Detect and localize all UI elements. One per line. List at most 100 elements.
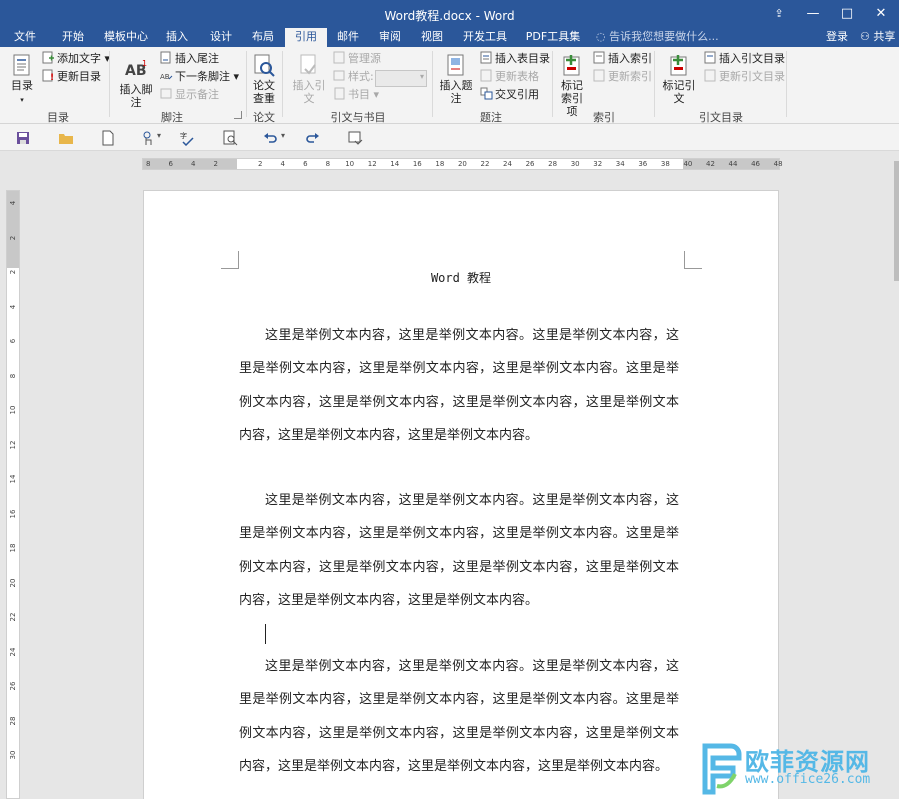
document-page[interactable]: Word 教程 这里是举例文本内容，这里是举例文本内容。这里是举例文本内容，这里… xyxy=(143,190,779,799)
open-folder-icon[interactable] xyxy=(58,130,74,146)
customize-qat-icon[interactable] xyxy=(347,130,363,146)
minimize-button[interactable]: — xyxy=(796,0,830,28)
ribbon-display-options-button[interactable]: ⇪ xyxy=(762,0,796,28)
update-table-button[interactable]: 更新表格 xyxy=(480,69,539,85)
close-button[interactable]: ✕ xyxy=(864,0,898,28)
mark-citation-button[interactable]: 标记引文 xyxy=(658,53,700,105)
ruler-number: 44 xyxy=(728,160,738,168)
tab-file[interactable]: 文件 xyxy=(6,28,44,47)
vertical-scrollbar[interactable] xyxy=(893,151,899,799)
scrollbar-thumb[interactable] xyxy=(894,161,899,281)
tab-references[interactable]: 引用 xyxy=(285,28,327,47)
update-index-icon xyxy=(593,69,605,82)
ruler-number: 26 xyxy=(525,160,535,168)
vertical-ruler[interactable]: 4 2 2 4 6 8 10 12 14 16 18 20 22 24 26 28 30 xyxy=(6,190,20,799)
table-of-contents-icon xyxy=(13,54,30,76)
ruler-number: 6 xyxy=(168,160,173,168)
save-icon[interactable] xyxy=(15,130,31,146)
ruler-number: 10 xyxy=(345,160,355,168)
ribbon-separator xyxy=(109,51,110,117)
magnifier-document-icon xyxy=(254,54,275,77)
ruler-number: 2 xyxy=(258,160,263,168)
insert-footnote-button[interactable]: AB 1 插入脚注 xyxy=(115,57,157,109)
ruler-number: 6 xyxy=(9,338,17,344)
tab-layout[interactable]: 布局 xyxy=(246,28,280,47)
person-icon: ⚇ xyxy=(860,30,874,43)
redo-icon[interactable] xyxy=(305,130,321,146)
insert-index-button[interactable]: 插入索引 xyxy=(593,51,652,67)
body-paragraph[interactable]: 这里是举例文本内容，这里是举例文本内容。这里是举例文本内容，这里是举例文本内容，… xyxy=(239,650,679,784)
add-text-button[interactable]: 添加文字 ▾ xyxy=(42,51,110,67)
update-index-button[interactable]: 更新索引 xyxy=(593,69,652,85)
ruler-number: 46 xyxy=(751,160,761,168)
ruler-number: 4 xyxy=(9,304,17,309)
ribbon-separator xyxy=(654,51,655,117)
spelling-check-icon[interactable]: 字 xyxy=(180,130,196,146)
ruler-left-margin xyxy=(143,159,237,169)
next-footnote-button[interactable]: AB 下一条脚注 ▾ xyxy=(160,69,239,85)
ruler-number: 30 xyxy=(570,160,580,168)
body-paragraph[interactable]: 这里是举例文本内容，这里是举例文本内容。这里是举例文本内容，这里是举例文本内容，… xyxy=(239,484,679,618)
next-footnote-icon: AB xyxy=(160,73,173,81)
tab-insert[interactable]: 插入 xyxy=(160,28,194,47)
insert-citation-button[interactable]: 插入引文 xyxy=(288,53,330,105)
insert-caption-button[interactable]: 插入题注 xyxy=(436,53,476,105)
ruler-number: 28 xyxy=(9,716,17,725)
tab-review[interactable]: 审阅 xyxy=(373,28,407,47)
ruler-number: 42 xyxy=(706,160,715,168)
cross-reference-button[interactable]: 交叉引用 xyxy=(480,87,539,103)
footnote-dialog-launcher[interactable] xyxy=(234,111,242,119)
ribbon-separator xyxy=(552,51,553,117)
ruler-number: 14 xyxy=(390,160,400,168)
tab-home[interactable]: 开始 xyxy=(54,28,92,47)
tab-pdf-tools[interactable]: PDF工具集 xyxy=(522,28,584,47)
ruler-number: 32 xyxy=(593,160,603,168)
insert-endnote-button[interactable]: 插入尾注 xyxy=(160,51,219,67)
style-icon xyxy=(333,70,345,81)
insert-toa-icon xyxy=(704,51,716,64)
manage-sources-button[interactable]: 管理源 xyxy=(333,51,381,67)
update-toc-button[interactable]: ! 更新目录 xyxy=(42,69,101,85)
ruler-number: 10 xyxy=(9,405,17,415)
login-button[interactable]: 登录 xyxy=(826,28,848,46)
document-header-text[interactable]: Word 教程 xyxy=(144,269,778,286)
new-document-icon[interactable] xyxy=(100,130,116,146)
horizontal-ruler[interactable]: 8 6 4 2 2 4 6 8 10 12 14 16 18 20 22 24 26 28 30 32 34 36 38 40… xyxy=(142,158,783,170)
ruler-number: 30 xyxy=(9,750,17,760)
show-notes-button[interactable]: 显示备注 xyxy=(160,87,219,103)
tell-me-search[interactable]: ◌ 告诉我您想要做什么... xyxy=(596,28,719,47)
insert-toa-button[interactable]: 插入引文目录 xyxy=(704,51,785,67)
update-toa-button[interactable]: 更新引文目录 xyxy=(704,69,785,85)
endnote-icon xyxy=(160,51,171,64)
watermark-logo-icon xyxy=(702,743,742,795)
margin-corner-mark xyxy=(221,251,239,269)
print-preview-icon[interactable] xyxy=(222,130,238,146)
ruler-number: 24 xyxy=(503,160,512,168)
tab-developer[interactable]: 开发工具 xyxy=(458,28,512,47)
ruler-number: 14 xyxy=(9,474,17,484)
footnote-ab-icon: AB1 xyxy=(125,59,147,79)
undo-dropdown-arrow[interactable]: ▾ xyxy=(281,131,285,140)
group-label-index: 索引 xyxy=(593,111,615,124)
touch-mode-icon[interactable] xyxy=(140,130,156,146)
citation-style-label: 样式: xyxy=(333,69,374,85)
share-button[interactable]: ⚇ 共享 xyxy=(860,28,895,46)
tab-template-center[interactable]: 模板中心 xyxy=(100,28,152,47)
group-label-footnotes: 脚注 xyxy=(161,111,183,124)
toc-button[interactable]: 目录 ▾ xyxy=(8,53,36,107)
tab-design[interactable]: 设计 xyxy=(204,28,238,47)
plagiarism-check-button[interactable]: 论文查重 xyxy=(250,53,278,105)
insert-table-of-figures-button[interactable]: 插入表目录 xyxy=(480,51,550,67)
tab-view[interactable]: 视图 xyxy=(415,28,449,47)
ruler-number: 8 xyxy=(325,160,331,168)
bibliography-button[interactable]: 书目 ▾ xyxy=(333,87,379,103)
touch-mode-dropdown-arrow[interactable]: ▾ xyxy=(157,131,161,140)
ruler-number: 34 xyxy=(615,160,625,168)
show-notes-icon xyxy=(160,88,172,99)
citation-style-select[interactable]: ▾ xyxy=(375,70,427,87)
undo-icon[interactable] xyxy=(262,130,278,146)
body-paragraph[interactable]: 这里是举例文本内容，这里是举例文本内容。这里是举例文本内容，这里是举例文本内容，… xyxy=(239,319,679,453)
maximize-button[interactable]: □ xyxy=(830,0,864,28)
group-label-toc: 目录 xyxy=(47,111,69,124)
tab-mailings[interactable]: 邮件 xyxy=(331,28,365,47)
